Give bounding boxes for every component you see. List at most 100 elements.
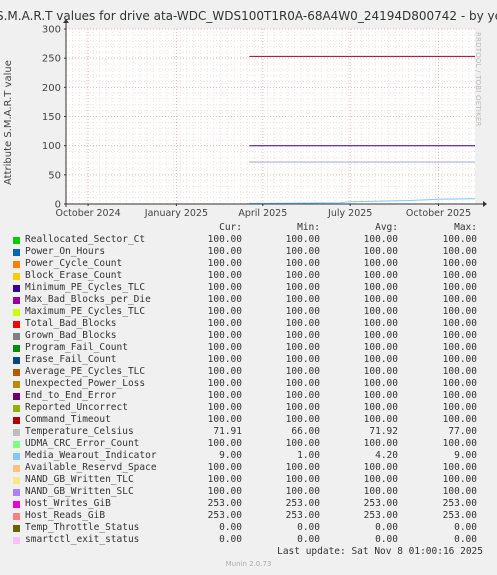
legend-min: 100.00 <box>285 282 320 293</box>
y-tick-label: 200 <box>42 83 61 94</box>
legend: Cur: Min: Avg: Max: Reallocated_Sector_C… <box>12 222 492 546</box>
x-tick-label: October 2024 <box>55 208 120 219</box>
legend-min: 100.00 <box>285 354 320 365</box>
legend-max: 9.00 <box>454 450 477 461</box>
legend-max: 253.00 <box>442 498 477 509</box>
legend-max: 100.00 <box>442 270 477 281</box>
chart: 050100150200250300October 2024 January 20… <box>42 19 487 219</box>
legend-max: 100.00 <box>442 306 477 317</box>
legend-cur: 100.00 <box>207 414 242 425</box>
legend-max: 100.00 <box>442 474 477 485</box>
legend-swatch <box>13 321 20 328</box>
legend-avg: 100.00 <box>363 390 398 401</box>
legend-avg: 100.00 <box>363 354 398 365</box>
legend-swatch <box>13 477 20 484</box>
legend-name: Grown_Bad_Blocks <box>25 330 117 341</box>
legend-cur: 71.91 <box>213 426 242 437</box>
y-tick-label: 100 <box>42 141 61 152</box>
legend-avg: 100.00 <box>363 474 398 485</box>
legend-row: smartctl_exit_status 0.00 0.00 0.00 0.00 <box>12 534 492 546</box>
rrdtool-watermark: RRDTOOL / TOBI OETIKER <box>474 32 482 127</box>
legend-swatch <box>13 345 20 352</box>
legend-cur: 100.00 <box>207 258 242 269</box>
legend-cur: 100.00 <box>207 294 242 305</box>
legend-row: Available_Reservd_Space 100.00 100.00 100.0… <box>12 462 492 474</box>
legend-name: Minimum_PE_Cycles_TLC <box>25 282 146 293</box>
legend-name: Temp_Throttle_Status <box>25 522 140 533</box>
legend-cur: 253.00 <box>207 498 242 509</box>
legend-min: 100.00 <box>285 438 320 449</box>
legend-avg: 100.00 <box>363 378 398 389</box>
legend-row: Total_Bad_Blocks 100.00 100.00 100.00 100.00 <box>12 318 492 330</box>
legend-max: 100.00 <box>442 330 477 341</box>
legend-row: NAND_GB_Written_TLC 100.00 100.00 100.00 100… <box>12 474 492 486</box>
legend-row: NAND_GB_Written_SLC 100.00 100.00 100.00 100… <box>12 486 492 498</box>
legend-name: UDMA_CRC_Error_Count <box>25 438 140 449</box>
legend-max: 100.00 <box>442 234 477 245</box>
legend-avg: 100.00 <box>363 462 398 473</box>
legend-name: Block_Erase_Count <box>25 270 123 281</box>
legend-swatch <box>13 453 20 460</box>
legend-row: Average_PE_Cycles_TLC 100.00 100.00 100.00 1… <box>12 366 492 378</box>
legend-name: NAND_GB_Written_TLC <box>25 474 134 485</box>
legend-min: 100.00 <box>285 342 320 353</box>
legend-swatch <box>13 441 20 448</box>
legend-name: Available_Reservd_Space <box>25 462 157 473</box>
legend-row: Unexpected_Power_Loss 100.00 100.00 100.00 1… <box>12 378 492 390</box>
munin-version: Munin 2.0.73 <box>225 560 272 568</box>
legend-cur: 100.00 <box>207 462 242 473</box>
header-min: Min: <box>297 222 320 233</box>
legend-min: 100.00 <box>285 402 320 413</box>
legend-avg: 100.00 <box>363 306 398 317</box>
legend-min: 100.00 <box>285 474 320 485</box>
legend-cur: 253.00 <box>207 510 242 521</box>
legend-avg: 100.00 <box>363 270 398 281</box>
legend-swatch <box>13 297 20 304</box>
legend-row: Temperature_Celsius 71.91 66.00 71.92 77.00 <box>12 426 492 438</box>
legend-swatch <box>13 489 20 496</box>
legend-name: Command_Timeout <box>25 414 111 425</box>
y-axis-label: Attribute S.M.A.R.T value <box>3 60 14 185</box>
legend-name: Host_Reads_GiB <box>25 510 106 521</box>
legend-rows: Reallocated_Sector_Ct 100.00 100.00 100.00 1… <box>12 234 492 546</box>
legend-avg: 0.00 <box>375 522 398 533</box>
legend-avg: 100.00 <box>363 342 398 353</box>
legend-cur: 100.00 <box>207 486 242 497</box>
legend-min: 0.00 <box>297 534 320 545</box>
x-tick-label: April 2025 <box>238 208 287 219</box>
legend-cur: 100.00 <box>207 282 242 293</box>
legend-cur: 100.00 <box>207 234 242 245</box>
legend-avg: 100.00 <box>363 402 398 413</box>
legend-max: 0.00 <box>454 522 477 533</box>
legend-min: 100.00 <box>285 258 320 269</box>
legend-cur: 100.00 <box>207 354 242 365</box>
legend-row: Temp_Throttle_Status 0.00 0.00 0.00 0.00 <box>12 522 492 534</box>
x-tick-label: October 2025 <box>406 208 471 219</box>
legend-name: Power_On_Hours <box>25 246 106 257</box>
legend-swatch <box>13 429 20 436</box>
legend-cur: 100.00 <box>207 390 242 401</box>
legend-min: 253.00 <box>285 498 320 509</box>
legend-max: 253.00 <box>442 510 477 521</box>
legend-cur: 100.00 <box>207 342 242 353</box>
legend-max: 100.00 <box>442 462 477 473</box>
legend-name: Unexpected_Power_Loss <box>25 378 146 389</box>
legend-min: 100.00 <box>285 486 320 497</box>
legend-avg: 100.00 <box>363 258 398 269</box>
legend-row: Erase_Fail_Count 100.00 100.00 100.00 100.00 <box>12 354 492 366</box>
legend-max: 0.00 <box>454 534 477 545</box>
x-tick-label: January 2025 <box>144 208 208 219</box>
legend-max: 100.00 <box>442 390 477 401</box>
legend-avg: 0.00 <box>375 534 398 545</box>
legend-avg: 100.00 <box>363 414 398 425</box>
legend-row: Max_Bad_Blocks_per_Die 100.00 100.00 100.00… <box>12 294 492 306</box>
last-update: Last update: Sat Nov 8 01:00:16 2025 <box>277 546 483 557</box>
legend-swatch <box>13 525 20 532</box>
legend-max: 100.00 <box>442 378 477 389</box>
legend-max: 77.00 <box>448 426 477 437</box>
legend-name: Erase_Fail_Count <box>25 354 117 365</box>
legend-cur: 100.00 <box>207 306 242 317</box>
legend-name: Power_Cycle_Count <box>25 258 123 269</box>
legend-max: 100.00 <box>442 366 477 377</box>
legend-row: Command_Timeout 100.00 100.00 100.00 100.00 <box>12 414 492 426</box>
